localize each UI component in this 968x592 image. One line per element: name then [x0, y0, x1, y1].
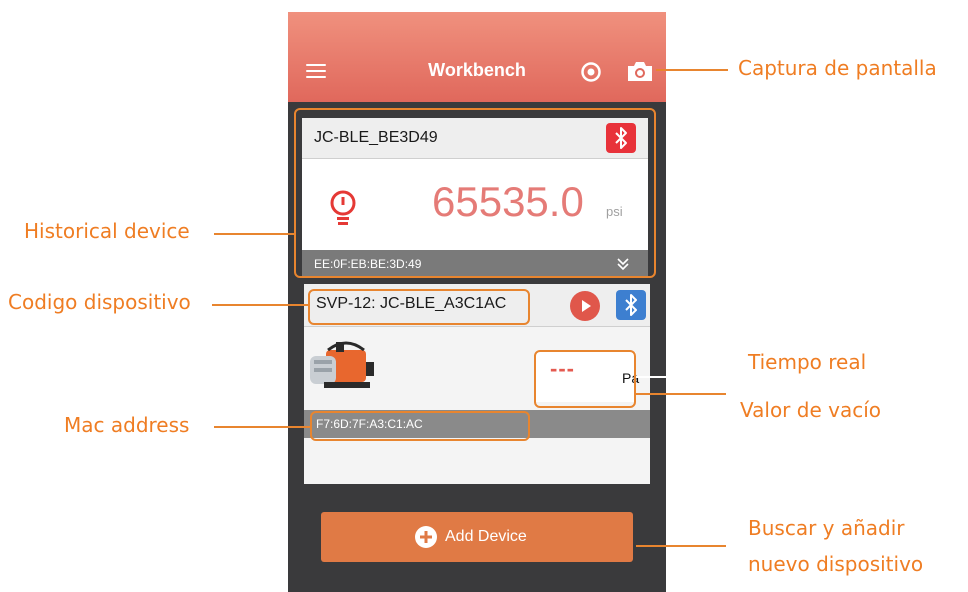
annotation-historical-device: Historical device [24, 219, 190, 243]
device-code-highlight [308, 289, 530, 325]
add-device-label: Add Device [445, 528, 527, 545]
leader-line-realtime [636, 376, 726, 378]
app-title: Workbench [428, 60, 526, 80]
record-icon[interactable] [580, 61, 602, 83]
leader-line-screenshot [656, 69, 728, 71]
annotation-search-line1: Buscar y añadir [748, 516, 905, 540]
plus-circle-icon [415, 526, 437, 548]
add-device-button[interactable]: Add Device [321, 512, 633, 562]
leader-line-historical [214, 233, 294, 235]
leader-line-mac [214, 426, 310, 428]
annotation-vacuum-value: Valor de vacío [740, 398, 881, 422]
annotation-realtime: Tiempo real [748, 350, 867, 374]
app-bar: Workbench [288, 12, 666, 102]
leader-line-device-code [212, 304, 308, 306]
bluetooth-icon[interactable] [616, 290, 646, 320]
annotation-screenshot: Captura de pantalla [738, 56, 937, 80]
leader-line-vacuum [636, 393, 726, 395]
camera-icon[interactable] [626, 59, 654, 83]
annotation-device-code: Codigo dispositivo [8, 290, 191, 314]
vacuum-pump-icon [310, 341, 374, 388]
leader-line-add-device [636, 545, 726, 547]
annotation-mac-address: Mac address [64, 413, 190, 437]
historical-device-highlight [294, 108, 656, 278]
mac-address-highlight [310, 411, 530, 441]
annotation-search-line2: nuevo dispositivo [748, 552, 924, 576]
realtime-highlight [534, 350, 636, 408]
play-button[interactable] [570, 291, 600, 321]
